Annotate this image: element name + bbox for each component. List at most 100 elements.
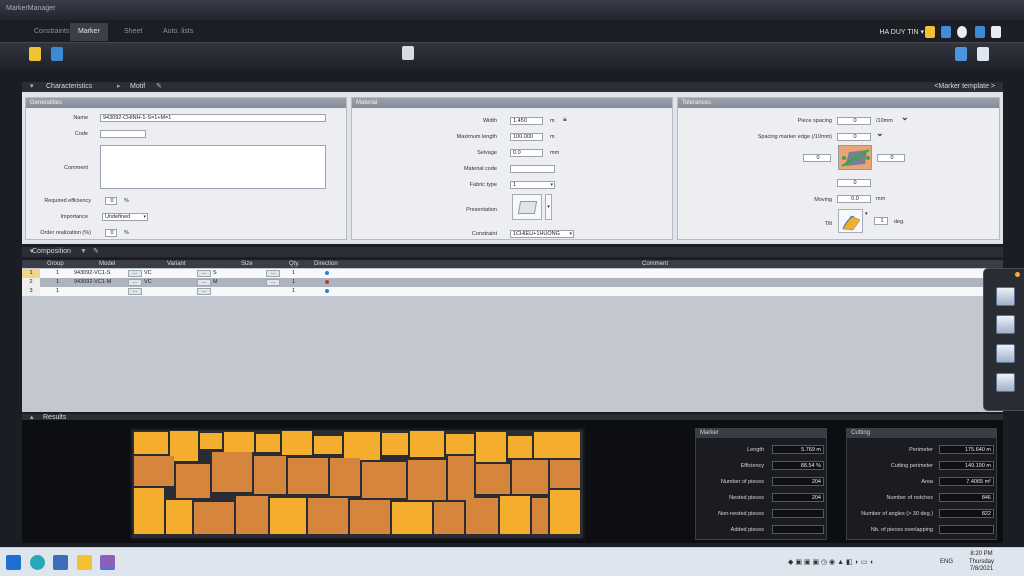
required-efficiency-field[interactable]: 0 <box>105 197 117 205</box>
importance-select[interactable]: Undefined ▾ <box>102 213 148 221</box>
presentation-label: Presentation <box>466 207 497 213</box>
marker-validate-icon[interactable] <box>996 344 1015 363</box>
file-explorer-icon[interactable] <box>77 555 92 570</box>
size-browse-button[interactable]: ... <box>266 270 280 277</box>
constraint-select[interactable]: 1CHIEU+1HUONG ▾ <box>510 230 574 238</box>
tab-marker[interactable]: Marker <box>70 23 108 41</box>
open-marker-icon[interactable] <box>51 47 63 61</box>
column-header-size[interactable]: Size <box>241 261 253 267</box>
lock-icon[interactable]: 🔒︎ <box>563 116 567 124</box>
qty-cell[interactable]: 1 <box>292 269 295 278</box>
presentation-dropdown[interactable]: ▾ <box>545 194 552 220</box>
new-marker-icon[interactable] <box>29 47 41 61</box>
eraser-icon[interactable]: ✎ <box>156 82 162 92</box>
filter-icon[interactable]: ▼ <box>80 247 87 257</box>
table-row[interactable]: 1 1 943092-VC1-S ... VC ... S ... 1 <box>22 269 1003 278</box>
piece-spacing-field[interactable]: 0 <box>837 117 871 125</box>
edge-browser-icon[interactable] <box>30 555 45 570</box>
variant-browse-button[interactable]: ... <box>197 288 211 295</box>
info-icon[interactable] <box>975 26 985 38</box>
column-header-group[interactable]: Group <box>47 261 64 267</box>
direction-icon[interactable] <box>325 280 329 284</box>
model-browse-button[interactable]: ... <box>128 279 142 286</box>
direction-icon[interactable] <box>325 271 329 275</box>
size-cell[interactable]: M <box>213 278 218 287</box>
column-header-comment[interactable]: Comment <box>642 261 668 267</box>
marker-export-icon[interactable] <box>996 287 1015 306</box>
fabric-type-select[interactable]: 1 ▾ <box>510 181 555 189</box>
eraser-icon[interactable]: ✎ <box>93 247 99 257</box>
percent-unit: % <box>124 198 129 204</box>
marker-stats-header: Marker <box>696 429 826 438</box>
tilt-field[interactable]: 1 <box>874 217 888 225</box>
table-row[interactable]: 2 1 943092-VC1-M ... VC ... M ... 1 <box>22 278 1003 287</box>
selvage-field[interactable]: 0.0 <box>510 149 543 157</box>
characteristics-tab[interactable]: Characteristics <box>46 82 92 92</box>
variant-cell[interactable]: VC <box>144 269 152 278</box>
marker-preview[interactable] <box>130 428 585 540</box>
size-cell[interactable]: S <box>213 269 217 278</box>
size-browse-button[interactable]: ... <box>266 279 280 286</box>
length-label: Length <box>747 447 764 453</box>
model-browse-button[interactable]: ... <box>128 270 142 277</box>
marker-manager-icon[interactable] <box>100 555 115 570</box>
document-icon[interactable] <box>991 26 1001 38</box>
tilt-dropdown[interactable]: ▾ <box>865 209 871 233</box>
spacing-marker-edge-field[interactable]: 0 <box>837 133 871 141</box>
variant-browse-button[interactable]: ... <box>197 270 211 277</box>
direction-icon[interactable] <box>325 289 329 293</box>
table-row[interactable]: 3 1 ... ... 1 <box>22 287 1003 296</box>
marker-report-icon[interactable] <box>996 373 1015 392</box>
group-cell[interactable]: 1 <box>56 278 59 287</box>
app-icon[interactable] <box>53 555 68 570</box>
checklist-icon[interactable] <box>402 46 414 60</box>
user-menu[interactable]: HA DUY TIN ▾ <box>880 28 925 36</box>
tilt-button[interactable] <box>838 209 863 233</box>
marker-settings-icon[interactable] <box>996 315 1015 334</box>
column-header-variant[interactable]: Variant <box>167 261 186 267</box>
collapse-icon[interactable]: ▾ <box>30 82 34 92</box>
chevron-down-icon[interactable]: ⌄ <box>901 112 909 123</box>
close-marker-icon[interactable] <box>977 47 989 61</box>
column-header-direction[interactable]: Direction <box>314 261 338 267</box>
percent-unit: % <box>124 230 129 236</box>
column-header-model[interactable]: Model <box>99 261 115 267</box>
qty-cell[interactable]: 1 <box>292 287 295 296</box>
folder-icon[interactable] <box>925 26 935 38</box>
name-field[interactable]: 943092-CHINH-1-S=1+M=1 <box>100 114 326 122</box>
qty-cell[interactable]: 1 <box>292 278 295 287</box>
bottom-edge-field[interactable]: 0 <box>837 179 871 187</box>
marker-template-link[interactable]: <Marker template > <box>934 82 995 92</box>
material-code-field[interactable] <box>510 165 555 173</box>
start-icon[interactable] <box>6 555 21 570</box>
model-cell[interactable]: 943092-VC1-M <box>74 278 111 287</box>
right-edge-field[interactable]: 0 <box>877 154 905 162</box>
variant-cell[interactable]: VC <box>144 278 152 287</box>
motif-tab[interactable]: Motif <box>130 82 145 92</box>
group-cell[interactable]: 1 <box>56 287 59 296</box>
presentation-button[interactable] <box>512 194 542 220</box>
code-field[interactable] <box>100 130 146 138</box>
characteristics-header: ▾ Characteristics ▸ Motif ✎ <Marker temp… <box>22 82 1003 92</box>
group-cell[interactable]: 1 <box>56 269 59 278</box>
maximum-length-field[interactable]: 100.000 <box>510 133 543 141</box>
model-cell[interactable]: 943092-VC1-S <box>74 269 110 278</box>
moving-field[interactable]: 0.0 <box>837 195 871 203</box>
number-of-notches-label: Number of notches <box>886 495 933 501</box>
comment-field[interactable] <box>100 145 326 189</box>
notes-icon[interactable] <box>941 26 951 38</box>
export-icon[interactable] <box>955 47 967 61</box>
tab-auto-lists[interactable]: Auto. lists <box>155 23 201 41</box>
language-indicator[interactable]: ENG <box>940 559 953 565</box>
tab-sheet[interactable]: Sheet <box>116 23 150 41</box>
width-field[interactable]: 1.450 <box>510 117 543 125</box>
chevron-down-icon[interactable]: ⌄ <box>876 128 884 139</box>
order-realization-field[interactable]: 0 <box>105 229 117 237</box>
variant-browse-button[interactable]: ... <box>197 279 211 286</box>
clock[interactable]: 8:20 PM Thursday 7/8/2021 <box>969 551 994 574</box>
help-icon[interactable] <box>957 26 967 38</box>
tray-icons[interactable]: ◆ ▣ ▣ ▣ ◷ ◉ ▲ ◧ ◗ ▭ ◖ <box>788 558 874 566</box>
model-browse-button[interactable]: ... <box>128 288 142 295</box>
column-header-qty[interactable]: Qty. <box>289 261 300 267</box>
left-edge-field[interactable]: 0 <box>803 154 831 162</box>
